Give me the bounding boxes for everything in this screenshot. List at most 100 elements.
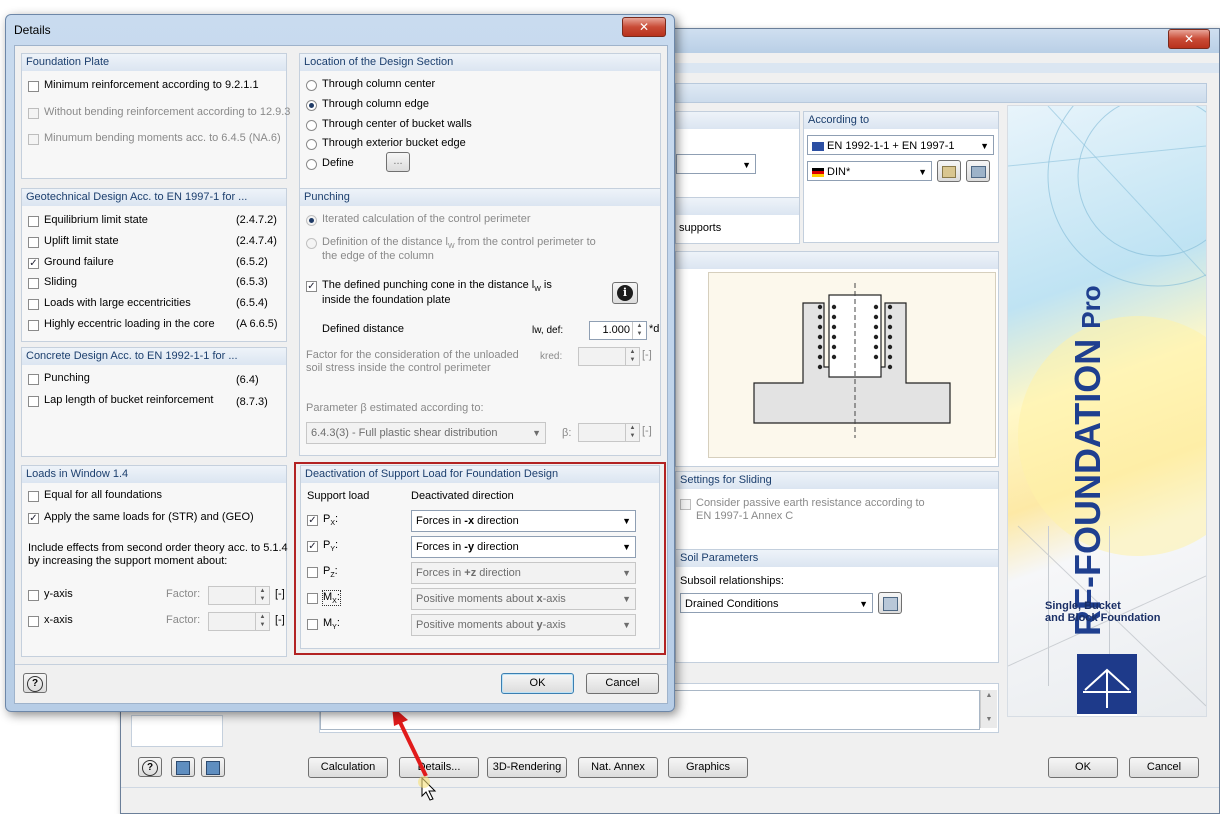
standard-combo[interactable]: EN 1992-1-1 + EN 1997-1 ▼ xyxy=(807,135,994,155)
eccentric-core-ref: (A 6.6.5) xyxy=(236,318,278,330)
location-column-center-radio[interactable] xyxy=(306,80,317,91)
large-eccentricities-checkbox[interactable] xyxy=(28,299,39,310)
location-column-edge-radio[interactable] xyxy=(306,100,317,111)
red-pointer-arrow xyxy=(392,706,437,801)
min-bending-moments-checkbox[interactable] xyxy=(28,134,39,145)
subsoil-combo[interactable]: Drained Conditions ▼ xyxy=(680,593,873,613)
deactivation-section: Deactivation of Support Load for Foundat… xyxy=(300,465,660,649)
main-ok-button[interactable]: OK xyxy=(1048,757,1118,778)
punching-cone-label: The defined punching cone in the distanc… xyxy=(322,279,552,293)
lw-def-input[interactable]: 1.000 ▲ ▼ xyxy=(589,321,647,340)
px-label-sub: X xyxy=(330,520,336,528)
main-help-icon[interactable]: ? xyxy=(138,757,162,777)
py-checkbox[interactable]: ✓ xyxy=(307,541,318,552)
dialog-body: Foundation Plate Minimum reinforcement a… xyxy=(14,45,668,704)
soil-details-icon[interactable] xyxy=(878,592,902,614)
px-label: PX: xyxy=(323,513,339,528)
location-define-radio[interactable] xyxy=(306,159,317,170)
equilibrium-checkbox[interactable] xyxy=(28,216,39,227)
graphic-panel xyxy=(675,251,999,467)
ground-failure-checkbox[interactable]: ✓ xyxy=(28,258,39,269)
location-bucket-edge-radio[interactable] xyxy=(306,139,317,150)
mx-label-text: M xyxy=(323,591,333,603)
graphics-button[interactable]: Graphics xyxy=(668,757,748,778)
punching-header: Punching xyxy=(300,189,660,206)
kred-input[interactable]: ▲ ▼ xyxy=(578,347,640,366)
x-factor-input[interactable]: ▲ ▼ xyxy=(208,612,270,631)
x-axis-checkbox[interactable] xyxy=(28,616,39,627)
mx-checkbox[interactable] xyxy=(307,593,318,604)
y-axis-label: y-axis xyxy=(44,588,73,600)
eccentric-core-checkbox[interactable] xyxy=(28,320,39,331)
main-export-icon[interactable] xyxy=(201,757,225,777)
px-dir-bold: -x xyxy=(464,515,475,527)
pz-direction-combo[interactable]: Forces in +z direction ▼ xyxy=(411,562,636,584)
beta-method-combo[interactable]: 6.4.3(3) - Full plastic shear distributi… xyxy=(306,422,546,444)
pz-checkbox[interactable] xyxy=(307,567,318,578)
main-section-header xyxy=(675,83,1207,103)
loads-section: Loads in Window 1.4 Equal for all founda… xyxy=(21,465,288,657)
location-bucket-edge-label: Through exterior bucket edge xyxy=(322,137,466,149)
main-supports-header xyxy=(676,198,799,215)
lap-length-checkbox[interactable] xyxy=(28,396,39,407)
brand-title-area: RF-FOUNDATION Pro xyxy=(1028,146,1188,636)
comment-scrollbar[interactable]: ▲ ▼ xyxy=(980,690,997,728)
lap-length-ref: (8.7.3) xyxy=(236,396,268,408)
concrete-section: Concrete Design Acc. to EN 1992-1-1 for … xyxy=(21,347,287,457)
3d-rendering-button[interactable]: 3D-Rendering xyxy=(487,757,567,778)
eu-flag-icon xyxy=(812,141,824,151)
info-icon[interactable]: i xyxy=(612,282,638,304)
dialog-ok-button[interactable]: OK xyxy=(501,673,574,694)
my-direction-combo[interactable]: Positive moments about y-axis ▼ xyxy=(411,614,636,636)
sliding-checkbox[interactable] xyxy=(28,278,39,289)
lw-def-unit: *d xyxy=(649,323,660,335)
sliding-group: Settings for Sliding Consider passive ea… xyxy=(675,471,999,553)
uplift-checkbox[interactable] xyxy=(28,237,39,248)
min-bending-moments-label: Minumum bending moments acc. to 6.4.5 (N… xyxy=(44,132,281,144)
main-import-icon[interactable] xyxy=(171,757,195,777)
main-cancel-button[interactable]: Cancel xyxy=(1129,757,1199,778)
punching-cone-checkbox[interactable]: ✓ xyxy=(306,281,317,292)
px-dir-pre: Forces in xyxy=(416,515,465,527)
beta-estimated-label: Parameter β estimated according to: xyxy=(306,402,484,414)
without-bending-checkbox[interactable] xyxy=(28,108,39,119)
punching-checkbox[interactable] xyxy=(28,374,39,385)
location-bucket-walls-radio[interactable] xyxy=(306,120,317,131)
definition-distance-radio[interactable] xyxy=(306,238,317,249)
cone-text-a: The defined punching cone in the distanc… xyxy=(322,279,535,291)
calculation-button[interactable]: Calculation xyxy=(308,757,388,778)
edit-annex-icon[interactable] xyxy=(937,160,961,182)
passive-earth-label-2: EN 1997-1 Annex C xyxy=(696,510,794,522)
y-factor-input[interactable]: ▲ ▼ xyxy=(208,586,270,605)
main-material-combo[interactable]: ▼ xyxy=(676,154,756,174)
my-checkbox[interactable] xyxy=(307,619,318,630)
define-dots-button[interactable]: ... xyxy=(386,152,410,172)
px-direction-combo[interactable]: Forces in -x direction ▼ xyxy=(411,510,636,532)
support-load-column-header: Support load xyxy=(307,490,370,502)
bucket-foundation-diagram xyxy=(753,283,951,438)
px-checkbox[interactable]: ✓ xyxy=(307,515,318,526)
main-close-button[interactable]: ✕ xyxy=(1168,29,1210,49)
dialog-help-icon[interactable]: ? xyxy=(23,673,47,693)
annex-settings-icon[interactable] xyxy=(966,160,990,182)
iterated-radio[interactable] xyxy=(306,215,317,226)
dialog-cancel-button[interactable]: Cancel xyxy=(586,673,659,694)
beta-input[interactable]: ▲ ▼ xyxy=(578,423,640,442)
punching-section: Punching Iterated calculation of the con… xyxy=(299,188,661,456)
x-axis-label: x-axis xyxy=(44,614,73,626)
definition-sub: W xyxy=(447,243,455,251)
dialog-title: Details xyxy=(14,23,51,37)
py-direction-combo[interactable]: Forces in -y direction ▼ xyxy=(411,536,636,558)
x-factor-label: Factor: xyxy=(166,614,201,626)
annex-combo[interactable]: DIN* ▼ xyxy=(807,161,932,181)
same-loads-checkbox[interactable]: ✓ xyxy=(28,513,39,524)
passive-earth-checkbox[interactable] xyxy=(680,499,691,510)
lw-def-value: 1.000 xyxy=(602,324,630,336)
min-reinforcement-checkbox[interactable] xyxy=(28,81,39,92)
equal-foundations-checkbox[interactable] xyxy=(28,491,39,502)
nat-annex-button[interactable]: Nat. Annex xyxy=(578,757,658,778)
dialog-close-button[interactable]: ✕ xyxy=(622,17,666,37)
mx-direction-combo[interactable]: Positive moments about x-axis ▼ xyxy=(411,588,636,610)
y-axis-checkbox[interactable] xyxy=(28,590,39,601)
definition-distance-label: Definition of the distance lW from the c… xyxy=(322,236,596,250)
